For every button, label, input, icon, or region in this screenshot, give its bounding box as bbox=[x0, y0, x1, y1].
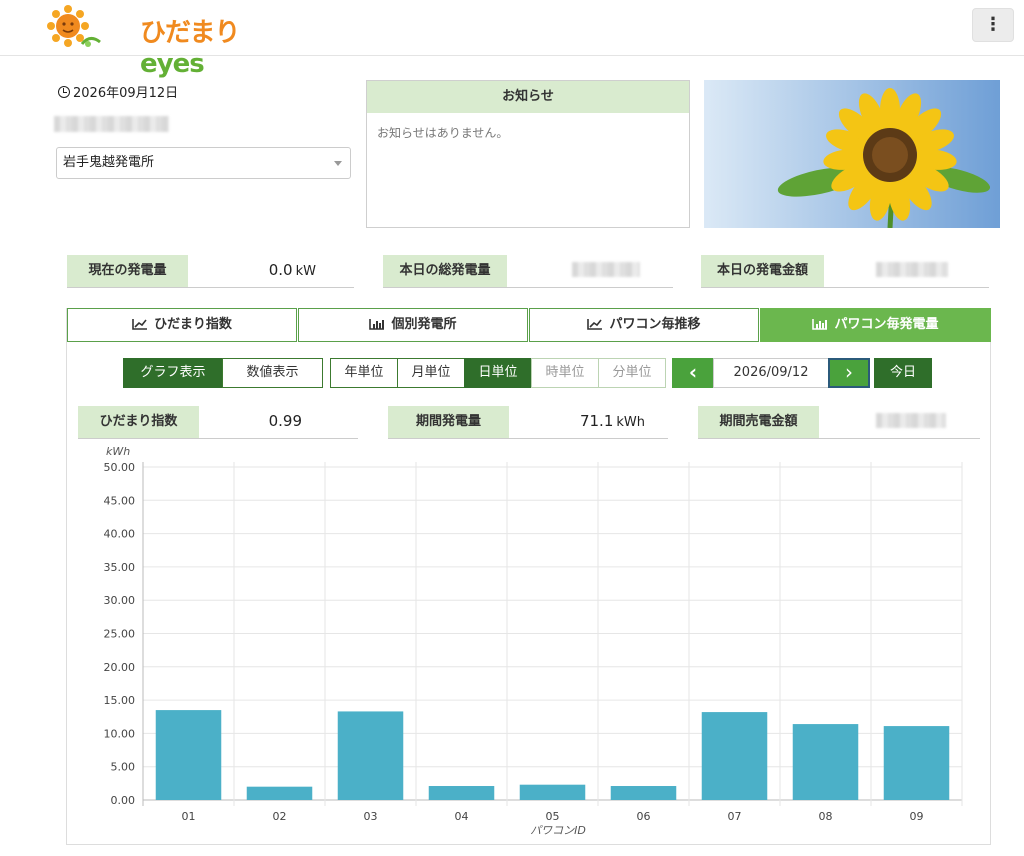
stat-today-total-label: 本日の総発電量 bbox=[383, 255, 507, 287]
tab-pcs-generation[interactable]: パワコン毎発電量 bbox=[760, 308, 991, 342]
x-tick-label: 07 bbox=[728, 810, 742, 823]
line-chart-icon bbox=[132, 319, 148, 330]
x-tick-label: 04 bbox=[455, 810, 469, 823]
redacted-today-total bbox=[572, 262, 640, 277]
bar-pcs-04[interactable] bbox=[428, 786, 495, 800]
x-tick-label: 06 bbox=[637, 810, 651, 823]
stat-period-generation-value: 71.1 kWh bbox=[579, 412, 645, 430]
notice-panel: お知らせ お知らせはありません。 bbox=[366, 80, 690, 228]
y-tick-label: 40.00 bbox=[104, 528, 136, 541]
redacted-period-sales bbox=[876, 413, 946, 428]
bar-pcs-05[interactable] bbox=[519, 784, 586, 800]
pcs-generation-chart: kWh パワコンID 0.00 5.00 10.00 15.00 20.00 25.00 3… bbox=[104, 445, 963, 837]
logo-text: ひだまりeyes bbox=[140, 18, 240, 79]
redacted-today-amount bbox=[876, 262, 948, 277]
chevron-right-icon: › bbox=[845, 360, 853, 384]
stat-hidamari-index-label: ひだまり指数 bbox=[78, 406, 199, 438]
y-tick-label: 50.00 bbox=[104, 461, 136, 474]
bar-chart-icon bbox=[369, 319, 385, 330]
bar-pcs-08[interactable] bbox=[792, 724, 859, 800]
notice-body: お知らせはありません。 bbox=[377, 126, 509, 140]
unit-day-button[interactable]: 日単位 bbox=[464, 358, 532, 388]
bar-pcs-03[interactable] bbox=[337, 711, 404, 800]
app-header: ひだまりeyes ⋮ bbox=[0, 0, 1024, 79]
menu-button[interactable]: ⋮ bbox=[972, 8, 1014, 42]
y-tick-label: 5.00 bbox=[111, 761, 136, 774]
y-tick-label: 0.00 bbox=[111, 794, 136, 807]
stat-current-power-label: 現在の発電量 bbox=[67, 255, 188, 287]
y-tick-label: 15.00 bbox=[104, 694, 136, 707]
plant-select-value: 岩手鬼越発電所 bbox=[63, 155, 155, 170]
prev-date-button[interactable]: ‹ bbox=[672, 358, 714, 388]
redacted-user-name bbox=[54, 116, 169, 132]
y-tick-label: 45.00 bbox=[104, 494, 136, 507]
sun-logo-icon bbox=[47, 5, 101, 47]
bar-pcs-06[interactable] bbox=[610, 786, 677, 800]
stat-current-power-value: 0.0 kW bbox=[268, 261, 316, 279]
current-date: 2026年09月12日 bbox=[58, 82, 178, 101]
line-chart-icon bbox=[587, 319, 603, 330]
numeric-view-button[interactable]: 数値表示 bbox=[222, 358, 323, 388]
tab-individual-plant[interactable]: 個別発電所 bbox=[298, 308, 528, 342]
stat-period-generation-label: 期間発電量 bbox=[388, 406, 509, 438]
stat-hidamari-index-value: 0.99 bbox=[268, 412, 302, 430]
x-axis-title: パワコンID bbox=[530, 824, 586, 837]
caret-down-icon bbox=[334, 161, 342, 166]
tab-pcs-trend[interactable]: パワコン毎推移 bbox=[529, 308, 759, 342]
date-field[interactable]: 2026/09/12 bbox=[713, 358, 829, 388]
clock-icon bbox=[58, 86, 70, 98]
tab-hidamari-index[interactable]: ひだまり指数 bbox=[67, 308, 297, 342]
stat-period-sales-label: 期間売電金額 bbox=[698, 406, 819, 438]
bar-chart-icon bbox=[812, 319, 828, 330]
sunflower-photo bbox=[704, 80, 1000, 228]
x-tick-label: 03 bbox=[364, 810, 378, 823]
chevron-left-icon: ‹ bbox=[688, 360, 698, 384]
x-tick-label: 02 bbox=[273, 810, 287, 823]
graph-view-button[interactable]: グラフ表示 bbox=[123, 358, 223, 388]
date-text: 2026年09月12日 bbox=[73, 86, 179, 101]
y-tick-label: 20.00 bbox=[104, 661, 136, 674]
logo[interactable]: ひだまりeyes bbox=[44, 4, 254, 79]
x-tick-label: 09 bbox=[910, 810, 924, 823]
unit-hour-button[interactable]: 時単位 bbox=[531, 358, 599, 388]
today-button[interactable]: 今日 bbox=[874, 358, 932, 388]
unit-month-button[interactable]: 月単位 bbox=[397, 358, 465, 388]
vertical-dots-icon: ⋮ bbox=[984, 14, 1002, 35]
stat-today-amount-label: 本日の発電金額 bbox=[701, 255, 824, 287]
y-axis-unit: kWh bbox=[106, 445, 130, 458]
bar-pcs-02[interactable] bbox=[246, 786, 313, 800]
y-tick-label: 25.00 bbox=[104, 628, 136, 641]
x-tick-label: 01 bbox=[182, 810, 196, 823]
x-tick-label: 08 bbox=[819, 810, 833, 823]
y-tick-label: 35.00 bbox=[104, 561, 136, 574]
y-tick-label: 30.00 bbox=[104, 594, 136, 607]
y-tick-label: 10.00 bbox=[104, 727, 136, 740]
bar-pcs-07[interactable] bbox=[701, 712, 768, 800]
bar-pcs-01[interactable] bbox=[155, 710, 222, 800]
notice-title: お知らせ bbox=[367, 81, 689, 113]
bar-pcs-09[interactable] bbox=[883, 726, 950, 800]
unit-year-button[interactable]: 年単位 bbox=[330, 358, 398, 388]
unit-minute-button[interactable]: 分単位 bbox=[598, 358, 666, 388]
plant-select[interactable]: 岩手鬼越発電所 bbox=[56, 147, 351, 179]
next-date-button[interactable]: › bbox=[828, 358, 870, 388]
x-tick-label: 05 bbox=[546, 810, 560, 823]
